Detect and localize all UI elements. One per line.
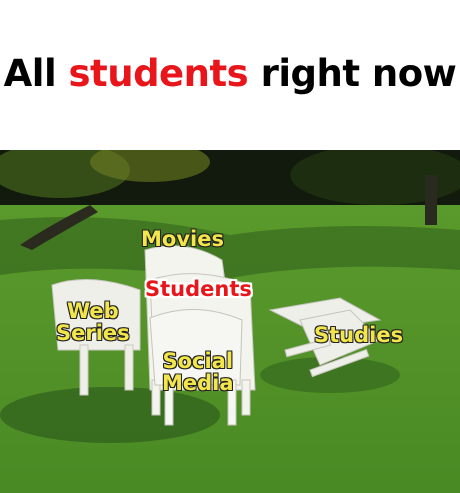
caption-suffix: right now bbox=[248, 52, 457, 95]
label-movies: Movies bbox=[141, 227, 224, 251]
label-social-media-line2: Media bbox=[162, 371, 234, 395]
lawn-chairs-photo: Movies Students Web Series Social Media … bbox=[0, 150, 460, 493]
caption-prefix: All bbox=[3, 52, 69, 95]
meme-caption: All students right now bbox=[0, 52, 460, 95]
label-social-media: Social Media bbox=[162, 350, 234, 394]
label-web-series-line1: Web bbox=[66, 299, 119, 323]
label-students: Students bbox=[145, 277, 252, 301]
label-web-series: Web Series bbox=[56, 300, 130, 344]
label-social-media-line1: Social bbox=[162, 349, 234, 373]
label-studies: Studies bbox=[314, 323, 404, 347]
caption-accent-word: students bbox=[68, 52, 249, 95]
meme: All students right now Movies Students W… bbox=[0, 0, 460, 493]
caption-area: All students right now bbox=[0, 0, 460, 150]
label-web-series-line2: Series bbox=[56, 321, 130, 345]
